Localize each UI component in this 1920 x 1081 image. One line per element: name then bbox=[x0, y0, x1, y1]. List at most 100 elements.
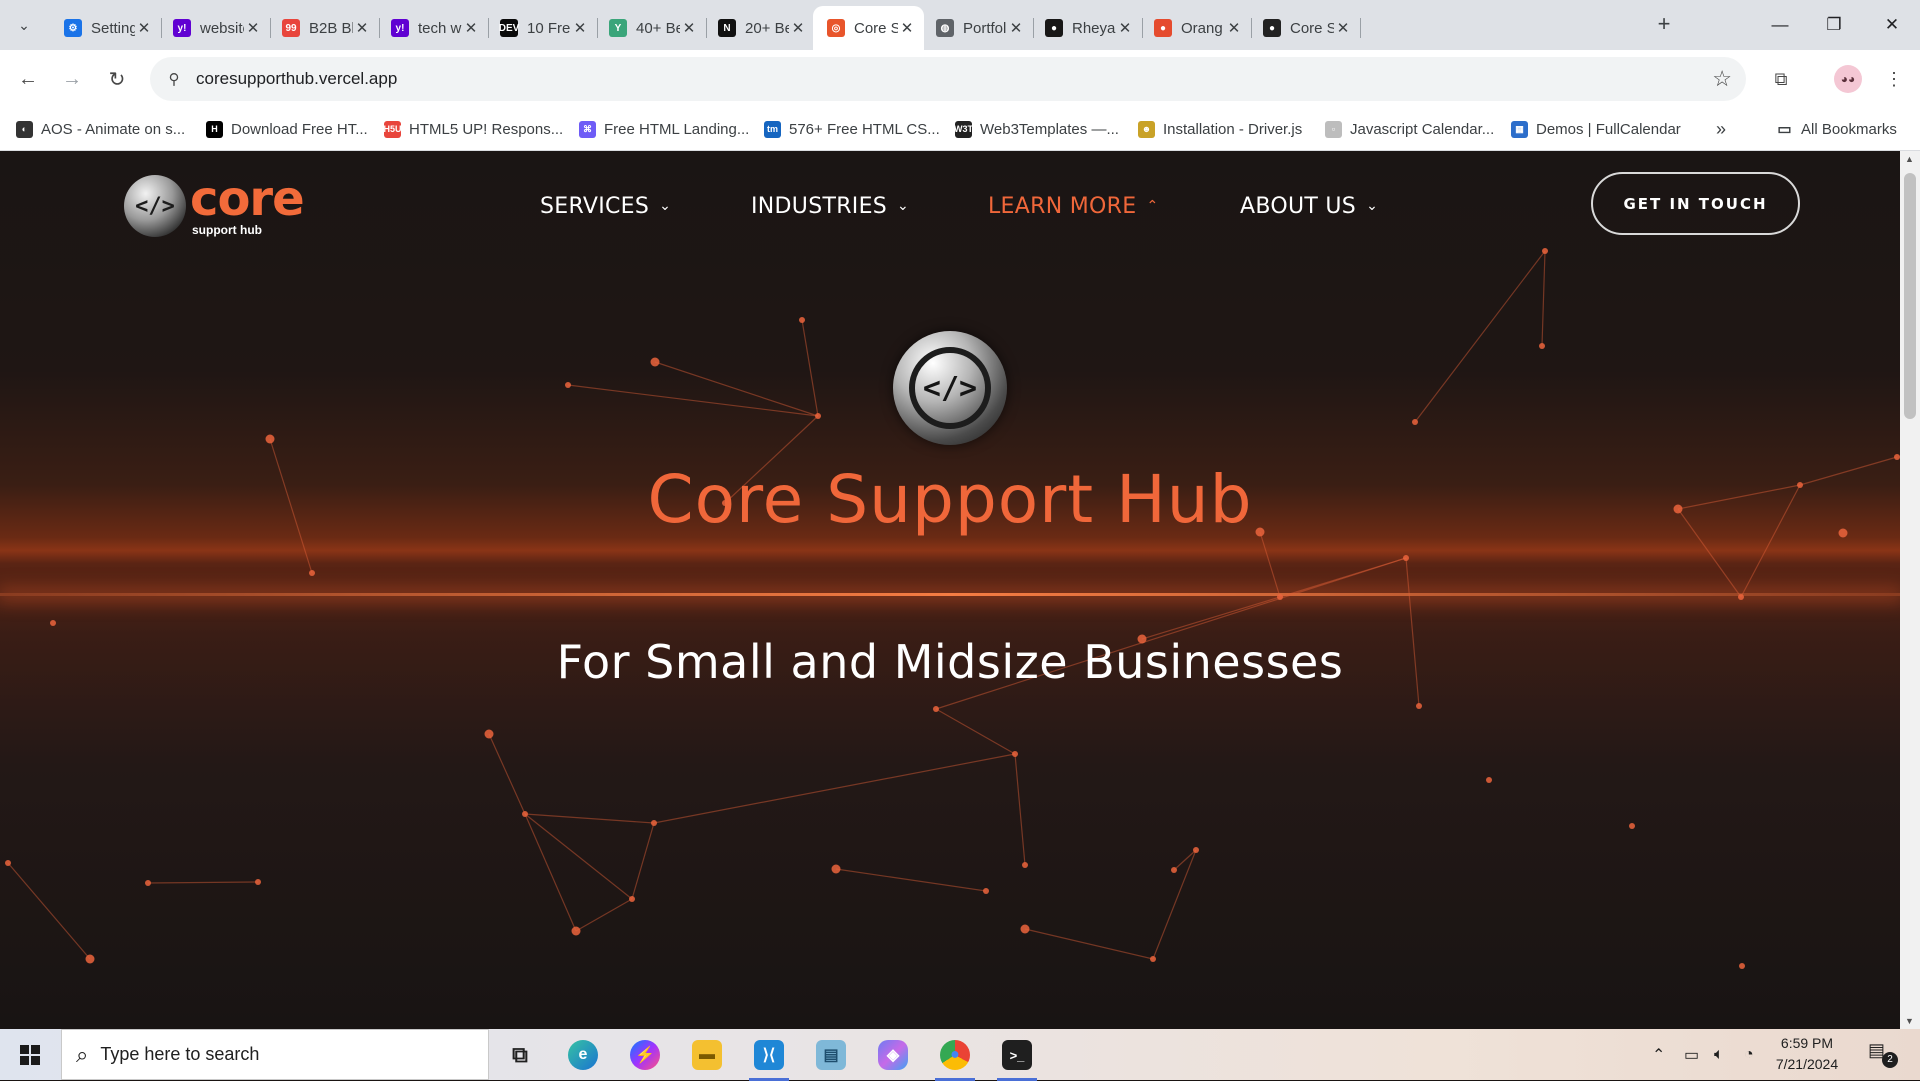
network-link bbox=[1141, 596, 1281, 640]
edge-icon[interactable]: e bbox=[557, 1033, 609, 1077]
nav-learn-more[interactable]: LEARN MORE ⌃ bbox=[988, 191, 1158, 221]
network-node bbox=[815, 413, 821, 419]
scroll-up-icon[interactable]: ▲ bbox=[1905, 154, 1914, 164]
messenger-icon[interactable]: ⚡ bbox=[619, 1033, 671, 1077]
browser-tab[interactable]: 99 B2B Blog✕ bbox=[268, 6, 380, 50]
extensions-icon[interactable]: ⧉ bbox=[1764, 62, 1798, 96]
reload-icon[interactable]: ↻ bbox=[100, 62, 134, 96]
nav-services[interactable]: SERVICES ⌄ bbox=[540, 191, 671, 221]
bookmark-star-icon[interactable]: ☆ bbox=[1712, 66, 1732, 92]
network-link bbox=[524, 813, 577, 932]
bookmark-item[interactable]: ☻ Installation - Driver.js bbox=[1138, 117, 1302, 141]
close-tab-icon[interactable]: ✕ bbox=[680, 19, 698, 37]
bookmark-item[interactable]: tm 576+ Free HTML CS... bbox=[764, 117, 940, 141]
network-node bbox=[799, 317, 805, 323]
bookmark-item[interactable]: H5U HTML5 UP! Respons... bbox=[384, 117, 563, 141]
site-info-icon[interactable]: ⚲ bbox=[162, 67, 186, 91]
network-link bbox=[835, 868, 987, 892]
forward-icon[interactable]: → bbox=[55, 62, 89, 96]
browser-tab[interactable]: Y 40+ Be ✕ bbox=[595, 6, 707, 50]
get-in-touch-button[interactable]: GET IN TOUCH bbox=[1591, 172, 1800, 235]
close-tab-icon[interactable]: ✕ bbox=[1334, 19, 1352, 37]
nav-about-us[interactable]: ABOUT US ⌄ bbox=[1240, 191, 1378, 221]
close-tab-icon[interactable]: ✕ bbox=[244, 19, 262, 37]
browser-tab[interactable]: ◍ Portfol ✕ bbox=[922, 6, 1034, 50]
new-tab-icon[interactable]: + bbox=[1650, 11, 1678, 39]
nav-about-us-label: ABOUT US bbox=[1240, 193, 1357, 219]
tab-title: Portfol bbox=[963, 19, 1007, 37]
chevron-down-icon: ⌄ bbox=[897, 198, 910, 214]
browser-tab[interactable]: ● Rheya ✕ bbox=[1031, 6, 1143, 50]
close-tab-icon[interactable]: ✕ bbox=[353, 19, 371, 37]
browser-tab[interactable]: ● Core S ✕ bbox=[1249, 6, 1361, 50]
browser-tab[interactable]: ◎ Core S ✕ bbox=[813, 6, 924, 50]
browser-tab[interactable]: N 20+ Be ✕ bbox=[704, 6, 815, 50]
network-node bbox=[650, 357, 660, 367]
bookmark-label: 576+ Free HTML CS... bbox=[789, 120, 940, 138]
minimize-icon[interactable]: — bbox=[1752, 0, 1808, 50]
notepad-icon[interactable]: ▤ bbox=[805, 1033, 857, 1077]
page-scrollbar[interactable]: ▲ ▼ bbox=[1900, 151, 1920, 1029]
logo-tagline: support hub bbox=[192, 223, 262, 237]
bookmark-item[interactable]: ▫ Javascript Calendar... bbox=[1325, 117, 1494, 141]
url-text[interactable]: coresupporthub.vercel.app bbox=[196, 69, 397, 89]
network-link bbox=[1152, 849, 1197, 960]
terminal-icon[interactable]: >_ bbox=[991, 1033, 1043, 1081]
network-link bbox=[1414, 250, 1546, 423]
nav-industries[interactable]: INDUSTRIES ⌄ bbox=[751, 191, 909, 221]
bookmark-item[interactable]: ◐ AOS - Animate on s... bbox=[16, 117, 185, 141]
scrollbar-thumb[interactable] bbox=[1904, 173, 1916, 419]
menu-icon[interactable]: ⋮ bbox=[1877, 62, 1911, 96]
network-node bbox=[1022, 862, 1028, 868]
scroll-down-icon[interactable]: ▼ bbox=[1905, 1016, 1914, 1026]
start-button[interactable] bbox=[0, 1029, 60, 1080]
close-tab-icon[interactable]: ✕ bbox=[1225, 19, 1243, 37]
chevron-down-icon: ⌄ bbox=[1366, 198, 1379, 214]
system-clock[interactable]: 6:59 PM 7/21/2024 bbox=[1762, 1033, 1852, 1075]
close-tab-icon[interactable]: ✕ bbox=[571, 19, 589, 37]
browser-tab[interactable]: y! website✕ bbox=[159, 6, 271, 50]
core-icon: ◎ bbox=[827, 19, 845, 37]
bookmark-item[interactable]: W3T Web3Templates —... bbox=[954, 117, 1119, 141]
bookmark-item[interactable]: ⌘ Free HTML Landing... bbox=[579, 117, 749, 141]
restore-icon[interactable]: ❐ bbox=[1806, 0, 1862, 50]
browser-tab[interactable]: ● Orang ✕ bbox=[1140, 6, 1252, 50]
battery-icon[interactable]: ▭ bbox=[1684, 1029, 1699, 1080]
bookmark-item[interactable]: ▦ Demos | FullCalendar bbox=[1511, 117, 1681, 141]
notification-center-icon[interactable]: ▤ 2 bbox=[1868, 1040, 1898, 1070]
network-node bbox=[255, 879, 261, 885]
bookmark-item[interactable]: H Download Free HT... bbox=[206, 117, 368, 141]
file-explorer-icon[interactable]: ▬ bbox=[681, 1033, 733, 1077]
network-link bbox=[935, 708, 1016, 755]
task-view-icon[interactable]: ⧉ bbox=[494, 1033, 546, 1077]
close-tab-icon[interactable]: ✕ bbox=[462, 19, 480, 37]
network-node bbox=[85, 954, 95, 964]
volume-icon[interactable]: 🔈︎ bbox=[1714, 1029, 1724, 1080]
close-tab-icon[interactable]: ✕ bbox=[135, 19, 153, 37]
hero-code-icon: </> bbox=[893, 331, 1007, 445]
close-tab-icon[interactable]: ✕ bbox=[789, 19, 807, 37]
more-bookmarks-icon[interactable]: » bbox=[1716, 117, 1726, 141]
chrome-icon[interactable]: ● bbox=[929, 1033, 981, 1081]
close-tab-icon[interactable]: ✕ bbox=[1116, 19, 1134, 37]
driver-icon: ☻ bbox=[1138, 120, 1155, 138]
taskbar-search[interactable]: ⌕ Type here to search bbox=[61, 1029, 489, 1080]
network-node bbox=[1412, 419, 1418, 425]
browser-tab[interactable]: DEV 10 Free✕ bbox=[486, 6, 598, 50]
close-tab-icon[interactable]: ✕ bbox=[898, 19, 916, 37]
close-tab-icon[interactable]: ✕ bbox=[1007, 19, 1025, 37]
browser-tab[interactable]: y! tech w ✕ bbox=[377, 6, 489, 50]
notion-icon: N bbox=[718, 19, 736, 37]
browser-tab[interactable]: ⚙ Settings✕ bbox=[50, 6, 162, 50]
copilot-icon[interactable]: ◈ bbox=[867, 1033, 919, 1077]
back-icon[interactable]: ← bbox=[11, 62, 45, 96]
address-bar[interactable]: ⚲ coresupporthub.vercel.app ☆ bbox=[150, 57, 1746, 101]
show-hidden-icons[interactable]: ⌃ bbox=[1652, 1029, 1665, 1080]
tab-search-icon[interactable]: ⌄ bbox=[8, 9, 40, 41]
all-bookmarks[interactable]: ▭ All Bookmarks bbox=[1776, 117, 1896, 141]
wifi-icon[interactable]: ◔ bbox=[1744, 1029, 1754, 1080]
site-logo[interactable]: </> core support hub bbox=[124, 171, 324, 245]
profile-avatar[interactable]: ◕◕ bbox=[1834, 65, 1862, 93]
vscode-icon[interactable]: ⟩⟨ bbox=[743, 1033, 795, 1081]
close-window-icon[interactable]: ✕ bbox=[1864, 0, 1920, 50]
